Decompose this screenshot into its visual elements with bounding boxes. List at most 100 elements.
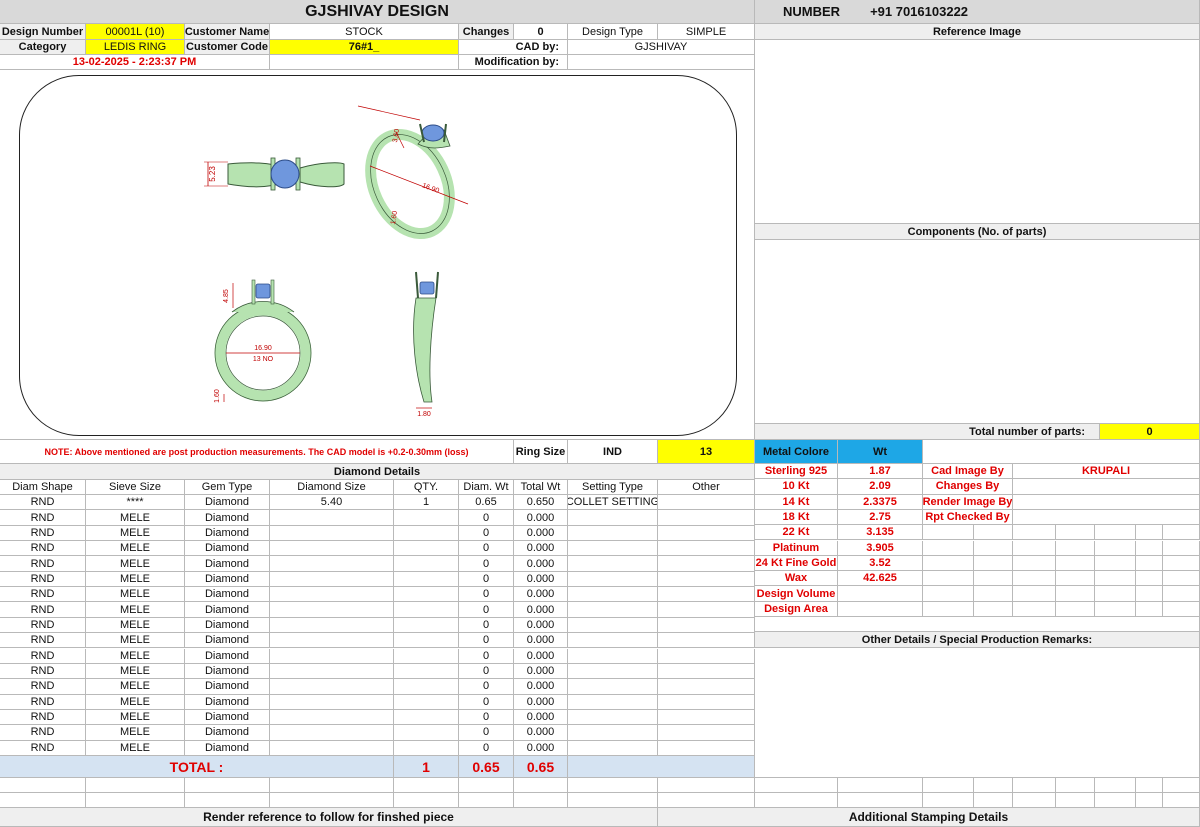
blank-grid-cell[interactable]: [459, 793, 514, 808]
blank-grid-cell[interactable]: [1163, 793, 1200, 808]
blank-grid-cell[interactable]: [568, 778, 658, 793]
grid-cell[interactable]: [1095, 540, 1136, 556]
diamond-cell-other[interactable]: [658, 740, 755, 756]
grid-cell[interactable]: [1136, 525, 1163, 541]
diamond-cell-setting-type[interactable]: [568, 587, 658, 603]
diamond-cell-diamond-size[interactable]: [270, 587, 394, 603]
diamond-cell-setting-type[interactable]: [568, 556, 658, 572]
diamond-cell-diamond-size[interactable]: [270, 740, 394, 756]
diamond-cell-other[interactable]: [658, 633, 755, 649]
blank-grid-cell[interactable]: [1013, 778, 1056, 793]
blank-grid-cell[interactable]: [974, 778, 1013, 793]
grid-cell[interactable]: [1136, 601, 1163, 617]
blank-grid-cell[interactable]: [86, 793, 185, 808]
diamond-cell-qty[interactable]: [394, 633, 459, 649]
grid-cell[interactable]: [1136, 540, 1163, 556]
blank-grid-cell[interactable]: [755, 793, 838, 808]
diamond-cell-qty[interactable]: [394, 541, 459, 557]
blank-grid-cell[interactable]: [1095, 778, 1136, 793]
customer-name[interactable]: STOCK: [270, 24, 459, 40]
diamond-cell-diamond-size[interactable]: [270, 510, 394, 526]
diamond-cell-qty[interactable]: [394, 571, 459, 588]
credit-value[interactable]: KRUPALI: [1013, 464, 1200, 480]
design-number[interactable]: 00001L (10): [86, 24, 185, 40]
diamond-cell-diam-wt[interactable]: 0: [459, 510, 514, 526]
metal-weight[interactable]: [838, 601, 923, 617]
diamond-cell-setting-type[interactable]: [568, 679, 658, 695]
grid-cell[interactable]: [1013, 601, 1056, 617]
blank-grid-cell[interactable]: [1136, 793, 1163, 808]
diamond-cell-other[interactable]: [658, 709, 755, 726]
grid-cell[interactable]: [1056, 540, 1095, 556]
diamond-cell-diam-wt[interactable]: 0: [459, 709, 514, 726]
cad-by-value[interactable]: GJSHIVAY: [568, 40, 755, 55]
blank-grid-cell[interactable]: [1136, 778, 1163, 793]
diamond-cell-qty[interactable]: [394, 663, 459, 680]
diamond-cell-diamond-size[interactable]: [270, 602, 394, 618]
diamond-cell-total-wt[interactable]: 0.000: [514, 541, 568, 557]
customer-code[interactable]: 76#1_: [270, 40, 459, 55]
blank-grid-cell[interactable]: [974, 793, 1013, 808]
diamond-cell-qty[interactable]: [394, 709, 459, 726]
blank-grid-cell[interactable]: [658, 778, 755, 793]
diamond-cell-diam-wt[interactable]: 0.65: [459, 495, 514, 511]
grid-cell[interactable]: [974, 571, 1013, 587]
diamond-cell-total-wt[interactable]: 0.000: [514, 556, 568, 572]
blank-grid-cell[interactable]: [0, 793, 86, 808]
grid-cell[interactable]: [1163, 555, 1200, 572]
diamond-cell-diam-wt[interactable]: 0: [459, 740, 514, 756]
diamond-cell-other[interactable]: [658, 694, 755, 710]
grid-cell[interactable]: [974, 601, 1013, 617]
grid-cell[interactable]: [974, 540, 1013, 556]
diamond-cell-setting-type[interactable]: [568, 617, 658, 634]
metal-weight[interactable]: 3.52: [838, 555, 923, 572]
diamond-cell-other[interactable]: [658, 602, 755, 618]
grid-cell[interactable]: [1163, 525, 1200, 541]
diamond-cell-other[interactable]: [658, 725, 755, 741]
diamond-cell-other[interactable]: [658, 617, 755, 634]
grid-cell[interactable]: [1013, 555, 1056, 572]
grid-cell[interactable]: [1056, 525, 1095, 541]
blank-grid-cell[interactable]: [0, 778, 86, 793]
diamond-cell-qty[interactable]: [394, 617, 459, 634]
grid-cell[interactable]: [974, 555, 1013, 572]
diamond-cell-total-wt[interactable]: 0.000: [514, 740, 568, 756]
grid-cell[interactable]: [974, 586, 1013, 602]
blank-grid-cell[interactable]: [658, 793, 755, 808]
diamond-cell-diamond-size[interactable]: [270, 679, 394, 695]
diamond-cell-diamond-size[interactable]: [270, 663, 394, 680]
metal-weight[interactable]: 42.625: [838, 571, 923, 587]
blank-grid-cell[interactable]: [1056, 793, 1095, 808]
diamond-cell-qty[interactable]: [394, 510, 459, 526]
grid-cell[interactable]: [923, 586, 974, 602]
blank-grid-cell[interactable]: [185, 793, 270, 808]
diamond-cell-other[interactable]: [658, 648, 755, 664]
grid-cell[interactable]: [923, 525, 974, 541]
diamond-cell-other[interactable]: [658, 571, 755, 588]
diamond-cell-diam-wt[interactable]: 0: [459, 725, 514, 741]
diamond-cell-diam-wt[interactable]: 0: [459, 556, 514, 572]
grid-cell[interactable]: [1056, 601, 1095, 617]
diamond-cell-total-wt[interactable]: 0.000: [514, 525, 568, 542]
blank-grid-cell[interactable]: [514, 793, 568, 808]
diamond-cell-diamond-size[interactable]: [270, 694, 394, 710]
credit-value[interactable]: [1013, 479, 1200, 495]
diamond-cell-diamond-size[interactable]: [270, 648, 394, 664]
diamond-cell-diamond-size[interactable]: [270, 617, 394, 634]
blank-grid-cell[interactable]: [459, 778, 514, 793]
metal-weight[interactable]: 1.87: [838, 464, 923, 480]
blank-grid-cell[interactable]: [838, 793, 923, 808]
diamond-cell-diamond-size[interactable]: [270, 556, 394, 572]
grid-cell[interactable]: [923, 555, 974, 572]
diamond-cell-other[interactable]: [658, 495, 755, 511]
diamond-cell-setting-type[interactable]: [568, 725, 658, 741]
total-parts-value[interactable]: 0: [1100, 424, 1200, 440]
diamond-cell-diamond-size[interactable]: [270, 571, 394, 588]
diamond-cell-setting-type[interactable]: [568, 602, 658, 618]
grid-cell[interactable]: [1095, 571, 1136, 587]
blank-grid-cell[interactable]: [1056, 778, 1095, 793]
diamond-cell-qty[interactable]: [394, 740, 459, 756]
blank-grid-cell[interactable]: [923, 793, 974, 808]
grid-cell[interactable]: [1013, 571, 1056, 587]
blank-grid-cell[interactable]: [270, 778, 394, 793]
